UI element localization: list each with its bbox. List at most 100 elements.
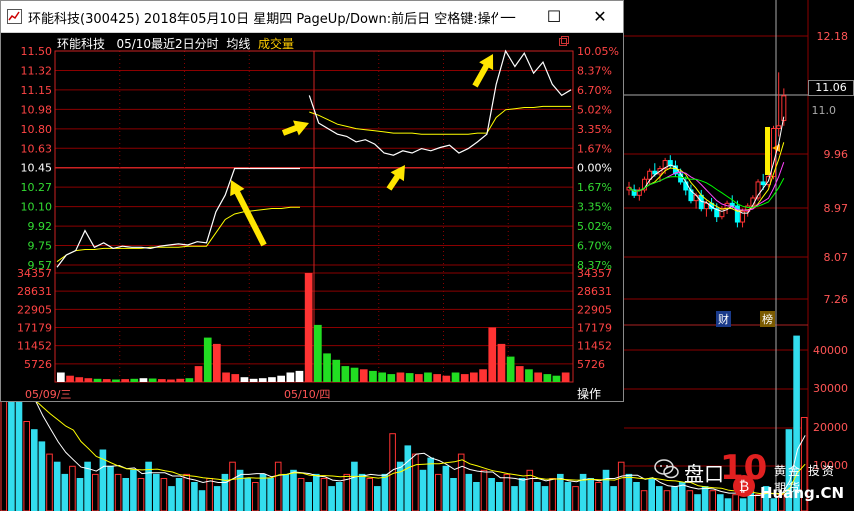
kline-volume-bar bbox=[648, 478, 656, 511]
kline-volume-bar bbox=[610, 486, 617, 511]
pct-axis-label: 3.35% bbox=[577, 201, 612, 214]
price-axis-label: 10.80 bbox=[21, 123, 53, 136]
kline-volume-bar bbox=[259, 473, 267, 511]
volume-bar bbox=[405, 373, 414, 382]
volume-axis-label: 5726 bbox=[577, 358, 605, 371]
volume-bar bbox=[424, 372, 432, 382]
kline-volume-bar bbox=[526, 469, 534, 511]
kline-volume-bar bbox=[175, 478, 183, 511]
kline-volume-bar bbox=[465, 473, 473, 511]
pct-axis-label: 8.37% bbox=[577, 64, 612, 77]
kline-price-label: 7.26 bbox=[823, 293, 849, 306]
kline-volume-bar bbox=[694, 494, 701, 511]
kline-volume-bar bbox=[15, 396, 23, 511]
volume-axis-label: 34357 bbox=[17, 267, 52, 280]
volume-bar bbox=[396, 372, 405, 382]
volume-bar bbox=[515, 366, 524, 382]
volume-bar bbox=[359, 369, 368, 382]
price-axis-label: 10.63 bbox=[21, 142, 53, 155]
volume-label: 成交量 bbox=[257, 37, 294, 51]
kline-volume-bar bbox=[282, 473, 290, 511]
kline-volume-bar bbox=[427, 457, 434, 511]
kline-volume-bar bbox=[229, 461, 236, 511]
kline-volume-bar bbox=[313, 473, 320, 511]
kline-volume-bar bbox=[183, 473, 190, 511]
pct-axis-label: 5.02% bbox=[577, 220, 612, 233]
date-day2: 05/10/四 bbox=[284, 388, 331, 401]
volume-axis-label: 22905 bbox=[17, 303, 52, 316]
candle-body bbox=[776, 125, 782, 129]
volume-bar bbox=[213, 343, 221, 382]
annotation-arrows bbox=[230, 54, 494, 247]
volume-bar bbox=[66, 375, 74, 382]
kline-volume-bar bbox=[206, 478, 213, 511]
restore-icon[interactable] bbox=[558, 35, 570, 47]
minimize-button[interactable]: — bbox=[485, 1, 531, 32]
minute-chart-window: 环能科技(300425) 2018年05月10日 星期四 PageUp/Down… bbox=[0, 0, 624, 402]
pct-axis-label: 1.67% bbox=[577, 142, 612, 155]
kline-volume-bar bbox=[297, 478, 305, 511]
price-axis-label: 10.10 bbox=[21, 201, 53, 214]
volume-axis-label: 11452 bbox=[17, 340, 52, 353]
window-titlebar[interactable]: 环能科技(300425) 2018年05月10日 星期四 PageUp/Down… bbox=[1, 1, 623, 33]
kline-volume-bar bbox=[358, 473, 366, 511]
operate-button[interactable]: 操作 bbox=[577, 385, 601, 402]
kline-volume-bar bbox=[320, 478, 328, 511]
kline-volume-bar bbox=[496, 482, 503, 511]
kline-volume-bar bbox=[381, 473, 389, 511]
pct-axis-label: 10.05% bbox=[577, 45, 619, 58]
kline-volume-bar bbox=[671, 486, 678, 511]
volume-bar bbox=[543, 374, 552, 382]
volume-bar bbox=[470, 372, 478, 382]
wechat-icon bbox=[654, 459, 679, 479]
price-axis-label: 10.98 bbox=[21, 103, 53, 116]
kline-volume-bar bbox=[541, 486, 549, 511]
kline-volume-bar bbox=[366, 478, 373, 511]
volume-bar bbox=[488, 327, 497, 382]
kline-grid bbox=[624, 0, 809, 511]
kline-volume-bar bbox=[572, 486, 579, 511]
kline-volume-bar bbox=[274, 461, 282, 511]
candle-body bbox=[678, 173, 684, 183]
kline-volume-bar bbox=[473, 482, 480, 511]
volume-bar bbox=[139, 378, 148, 382]
svg-text:₿: ₿ bbox=[739, 479, 749, 495]
close-button[interactable]: ✕ bbox=[577, 1, 623, 32]
kline-volume-label: 40000 bbox=[813, 344, 848, 357]
kline-volume-bar bbox=[153, 473, 160, 511]
price-axis-label: 11.50 bbox=[21, 45, 53, 58]
kline-volume-bar bbox=[351, 461, 358, 511]
kline-volume-bar bbox=[640, 490, 648, 511]
volume-bar bbox=[249, 378, 258, 382]
volume-axis-label: 28631 bbox=[577, 285, 612, 298]
kline-volume-bar bbox=[724, 498, 732, 511]
volume-bar bbox=[130, 378, 139, 382]
kline-volume-bar bbox=[663, 490, 671, 511]
kline-volume-bar bbox=[534, 482, 541, 511]
kline-volume-bar bbox=[244, 478, 251, 511]
kline-volume-bar bbox=[511, 486, 518, 511]
volume-bar bbox=[460, 374, 469, 382]
volume-bar bbox=[369, 370, 377, 382]
maximize-button[interactable]: ☐ bbox=[531, 1, 577, 32]
finance-marker[interactable]: 财 bbox=[716, 311, 731, 327]
price-axis-label: 11.32 bbox=[21, 64, 53, 77]
kline-price-label: 9.96 bbox=[823, 148, 849, 161]
kline-volume-bar bbox=[8, 388, 15, 511]
kline-volume-bar bbox=[656, 486, 663, 511]
volume-bar bbox=[304, 273, 313, 382]
volume-bar bbox=[506, 356, 515, 382]
volume-bar bbox=[93, 378, 102, 382]
current-price-label: 11.06 bbox=[808, 80, 854, 96]
kline-volume-bar bbox=[107, 465, 114, 511]
rank-marker[interactable]: 榜 bbox=[760, 311, 775, 327]
arrow-open-gap bbox=[281, 120, 309, 136]
kline-volume-bar bbox=[76, 478, 84, 511]
volume-bar bbox=[102, 379, 111, 382]
kline-volume-bar bbox=[549, 478, 556, 511]
bitcoin-icon: ₿ bbox=[733, 475, 755, 497]
app-icon bbox=[7, 9, 22, 24]
kline-volume-bar bbox=[114, 473, 122, 511]
kline-volume-bar bbox=[488, 478, 495, 511]
kline-volume-bar bbox=[435, 473, 442, 511]
